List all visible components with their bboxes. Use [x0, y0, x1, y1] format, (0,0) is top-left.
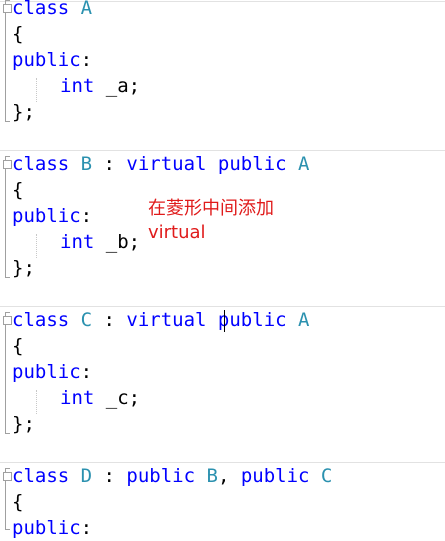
type-token: B — [206, 465, 218, 487]
code-text: }; — [12, 99, 35, 125]
plain-token: }; — [12, 257, 35, 279]
annotation-line-1: 在菱形中间添加 — [148, 198, 274, 219]
type-token: B — [80, 153, 93, 175]
plain-token: }; — [12, 101, 35, 123]
code-text: public: — [12, 47, 92, 73]
text-caret — [224, 310, 225, 332]
plain-token: { — [12, 179, 24, 201]
keyword-token: class — [12, 153, 81, 175]
keyword-token: public — [12, 49, 81, 71]
code-line[interactable]: class B : virtual public A — [0, 151, 445, 177]
plain-token: { — [12, 491, 24, 513]
keyword-token: public — [240, 465, 321, 487]
plain-token: { — [12, 335, 24, 357]
plain-token: : — [92, 153, 127, 175]
code-text: int _a; — [12, 73, 140, 99]
keyword-token: int — [60, 75, 95, 97]
code-line[interactable]: public: — [0, 515, 445, 541]
plain-token: , — [217, 465, 241, 487]
plain-token: _a; — [94, 75, 141, 97]
code-line[interactable]: }; — [0, 99, 445, 125]
annotation-line-2: virtual — [148, 222, 206, 243]
code-line[interactable]: { — [0, 21, 445, 47]
type-token: A — [298, 153, 310, 175]
type-token: D — [80, 465, 93, 487]
type-token: A — [298, 309, 310, 331]
code-text: int _b; — [12, 229, 140, 255]
code-line[interactable] — [0, 281, 445, 307]
code-text: public: — [12, 515, 92, 541]
code-line[interactable]: }; — [0, 255, 445, 281]
plain-token: : — [80, 361, 93, 383]
keyword-token: virtual public — [126, 309, 299, 331]
keyword-token: int — [60, 231, 95, 253]
code-text: public: — [12, 203, 92, 229]
code-text: class D : public B, public C — [12, 463, 332, 489]
keyword-token: class — [12, 0, 81, 19]
plain-token: : — [80, 49, 93, 71]
code-line[interactable]: class C : virtual public A — [0, 307, 445, 333]
keyword-token: virtual public — [126, 153, 299, 175]
code-text: }; — [12, 255, 35, 281]
keyword-token: public — [12, 361, 81, 383]
annotation-note: 在菱形中间添加 virtual — [148, 197, 274, 245]
plain-token: : — [80, 517, 93, 539]
plain-token: _b; — [94, 231, 141, 253]
type-token: C — [320, 465, 333, 487]
code-line[interactable] — [0, 437, 445, 463]
keyword-token: public — [12, 205, 81, 227]
code-line[interactable]: int _c; — [0, 385, 445, 411]
code-text: class A — [12, 0, 92, 21]
code-line[interactable]: public: — [0, 359, 445, 385]
code-editor[interactable]: class A{public: int _a;}; class B : virtua… — [0, 0, 445, 539]
type-token: A — [80, 0, 93, 19]
keyword-token: class — [12, 309, 81, 331]
code-text: class B : virtual public A — [12, 151, 309, 177]
code-line[interactable] — [0, 125, 445, 151]
code-text: { — [12, 21, 23, 47]
code-text: int _c; — [12, 385, 140, 411]
code-text: { — [12, 489, 23, 515]
keyword-token: class — [12, 465, 81, 487]
keyword-token: public — [12, 517, 81, 539]
code-line[interactable]: class A — [0, 0, 445, 21]
keyword-token: int — [60, 387, 95, 409]
keyword-token: public — [126, 465, 207, 487]
plain-token: { — [12, 23, 24, 45]
plain-token: _c; — [94, 387, 141, 409]
code-text: class C : virtual public A — [12, 307, 309, 333]
code-text: { — [12, 333, 23, 359]
code-text: public: — [12, 359, 92, 385]
code-line[interactable]: int _a; — [0, 73, 445, 99]
type-token: C — [80, 309, 93, 331]
code-text: }; — [12, 411, 35, 437]
code-line[interactable]: { — [0, 489, 445, 515]
plain-token: : — [80, 205, 93, 227]
plain-token: }; — [12, 413, 35, 435]
code-line[interactable]: { — [0, 333, 445, 359]
code-line[interactable]: class D : public B, public C — [0, 463, 445, 489]
plain-token: : — [92, 465, 127, 487]
code-text: { — [12, 177, 23, 203]
code-line[interactable]: }; — [0, 411, 445, 437]
plain-token: : — [92, 309, 127, 331]
code-line[interactable]: public: — [0, 47, 445, 73]
